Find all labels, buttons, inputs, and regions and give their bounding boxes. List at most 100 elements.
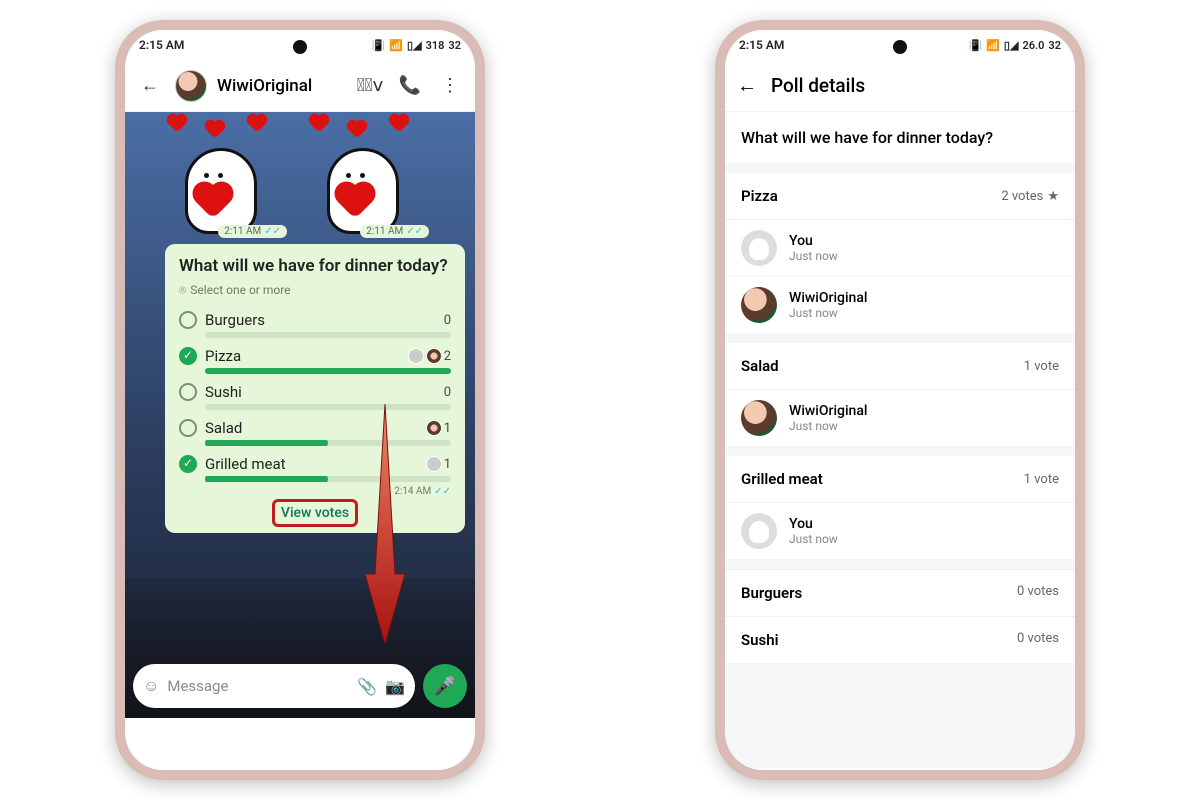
voter-row[interactable]: YouJust now [725,503,1075,559]
voter-name: You [789,516,838,532]
vote-count: 0 votes [1017,584,1059,602]
read-tick-icon: ✓✓ [434,486,451,497]
poll-option[interactable]: Sushi 0 [179,378,451,401]
back-icon[interactable]: ← [135,75,165,96]
net-speed: 318 [426,39,445,52]
result-section: Salad 1 vote WiwiOriginalJust now [725,343,1075,446]
result-option-name: Salad [741,357,779,375]
sticker-row: 2:11 AM✓✓ 2:11 AM✓✓ [125,112,475,238]
radio-icon[interactable] [179,383,197,401]
voter-avatar-icon [426,348,442,364]
radio-icon[interactable] [179,311,197,329]
vibrate-icon: 📳 [372,39,386,52]
poll-option[interactable]: Grilled meat 1 [179,450,451,473]
star-icon: ★ [1047,189,1059,204]
status-time: 2:15 AM [739,38,784,52]
voter-row[interactable]: YouJust now [725,220,1075,277]
avatar [741,513,777,549]
chat-body: 2:11 AM✓✓ 2:11 AM✓✓ What will we have fo… [125,112,475,718]
sticker-2[interactable]: 2:11 AM✓✓ [307,118,435,238]
net-speed: 26.0 [1022,39,1044,52]
view-votes-button[interactable]: View votes [272,499,358,527]
result-option-name: Sushi [741,631,779,649]
voter-subtext: Just now [789,306,867,320]
poll-option-label: Sushi [205,383,436,401]
radio-checked-icon[interactable] [179,455,197,473]
radio-icon[interactable] [179,419,197,437]
status-time: 2:15 AM [139,38,184,52]
vibrate-icon: 📳 [969,39,983,52]
message-placeholder: Message [167,677,349,695]
result-option-name: Grilled meat [741,470,823,488]
read-tick-icon: ✓✓ [406,226,423,237]
voter-subtext: Just now [789,419,867,433]
voter-avatar-icon [408,348,424,364]
result-option-name: Burguers [741,584,802,602]
voice-call-icon[interactable]: 📞 [395,75,425,96]
poll-option-count: 1 [426,456,451,472]
vote-count: 2 votes ★ [1001,189,1059,204]
signal-icon: ▯◢ [1004,39,1019,52]
poll-option-bar [205,368,451,374]
poll-option-count: 0 [444,385,451,400]
camera-cutout [293,40,307,54]
contact-name[interactable]: WiwiOriginal [217,76,345,96]
wifi-icon: 📶 [986,39,1000,52]
voter-subtext: Just now [789,249,838,263]
result-section: Pizza2 votes ★YouJust nowWiwiOriginalJus… [725,173,1075,333]
avatar [741,287,777,323]
vote-count: 0 votes [1017,631,1059,649]
voter-subtext: Just now [789,532,838,546]
poll-option[interactable]: Burguers 0 [179,306,451,329]
emoji-icon[interactable]: ☺ [143,676,159,696]
result-header: Pizza 2 votes ★ [725,173,1075,220]
result-header: Grilled meat 1 vote [725,456,1075,503]
avatar [741,400,777,436]
radio-checked-icon[interactable] [179,347,197,365]
more-icon[interactable]: ⋮ [435,75,465,96]
attach-icon[interactable]: 📎 [357,677,377,696]
poll-option-count: 0 [444,313,451,328]
poll-hint: ⌾ Select one or more [179,283,451,298]
result-section: Grilled meat 1 vote YouJust now [725,456,1075,559]
voter-name: WiwiOriginal [789,403,867,419]
video-call-icon[interactable]: ▢⃞𝗏 [355,75,385,96]
detail-body[interactable]: What will we have for dinner today? Pizz… [725,112,1075,768]
sticker-1[interactable]: 2:11 AM✓✓ [165,118,293,238]
phone-right: 2:15 AM 📳 📶 ▯◢ 26.0 32 ← Poll details Wh… [715,20,1085,780]
camera-icon[interactable]: 📷 [385,677,405,696]
poll-option-label: Salad [205,419,418,437]
vote-count: 1 vote [1024,472,1059,487]
page-title: Poll details [771,74,865,97]
result-empty-row: Burguers 0 votes [725,569,1075,616]
signal-icon: ▯◢ [407,39,422,52]
battery-icon: 32 [448,39,461,52]
result-option-name: Pizza [741,187,778,205]
poll-question: What will we have for dinner today? [725,112,1075,163]
contact-avatar[interactable] [175,70,207,102]
result-header: Salad 1 vote [725,343,1075,390]
battery-icon: 32 [1048,39,1061,52]
poll-option-count: 2 [408,348,451,364]
voter-avatar-icon [426,420,442,436]
mic-button[interactable]: 🎤 [423,664,467,708]
poll-option-bar [205,404,451,410]
back-icon[interactable]: ← [737,73,757,98]
vote-count: 1 vote [1024,359,1059,374]
message-input-row: ☺ Message 📎 📷 🎤 [133,664,467,708]
poll-question: What will we have for dinner today? [179,256,451,277]
poll-option-label: Grilled meat [205,455,418,473]
poll-option[interactable]: Salad1 [179,414,451,437]
result-empty-row: Sushi 0 votes [725,616,1075,663]
voter-row[interactable]: WiwiOriginalJust now [725,277,1075,333]
voter-name: You [789,233,838,249]
chat-header: ← WiwiOriginal ▢⃞𝗏 📞 ⋮ [125,60,475,112]
voter-row[interactable]: WiwiOriginalJust now [725,390,1075,446]
phone-left: 2:15 AM 📳 📶 ▯◢ 318 32 ← WiwiOriginal ▢⃞𝗏… [115,20,485,780]
read-tick-icon: ✓✓ [264,226,281,237]
poll-option-label: Pizza [205,347,400,365]
poll-option-label: Burguers [205,311,436,329]
poll-option[interactable]: Pizza 2 [179,342,451,365]
poll-option-bar [205,440,451,446]
message-input[interactable]: ☺ Message 📎 📷 [133,664,415,708]
